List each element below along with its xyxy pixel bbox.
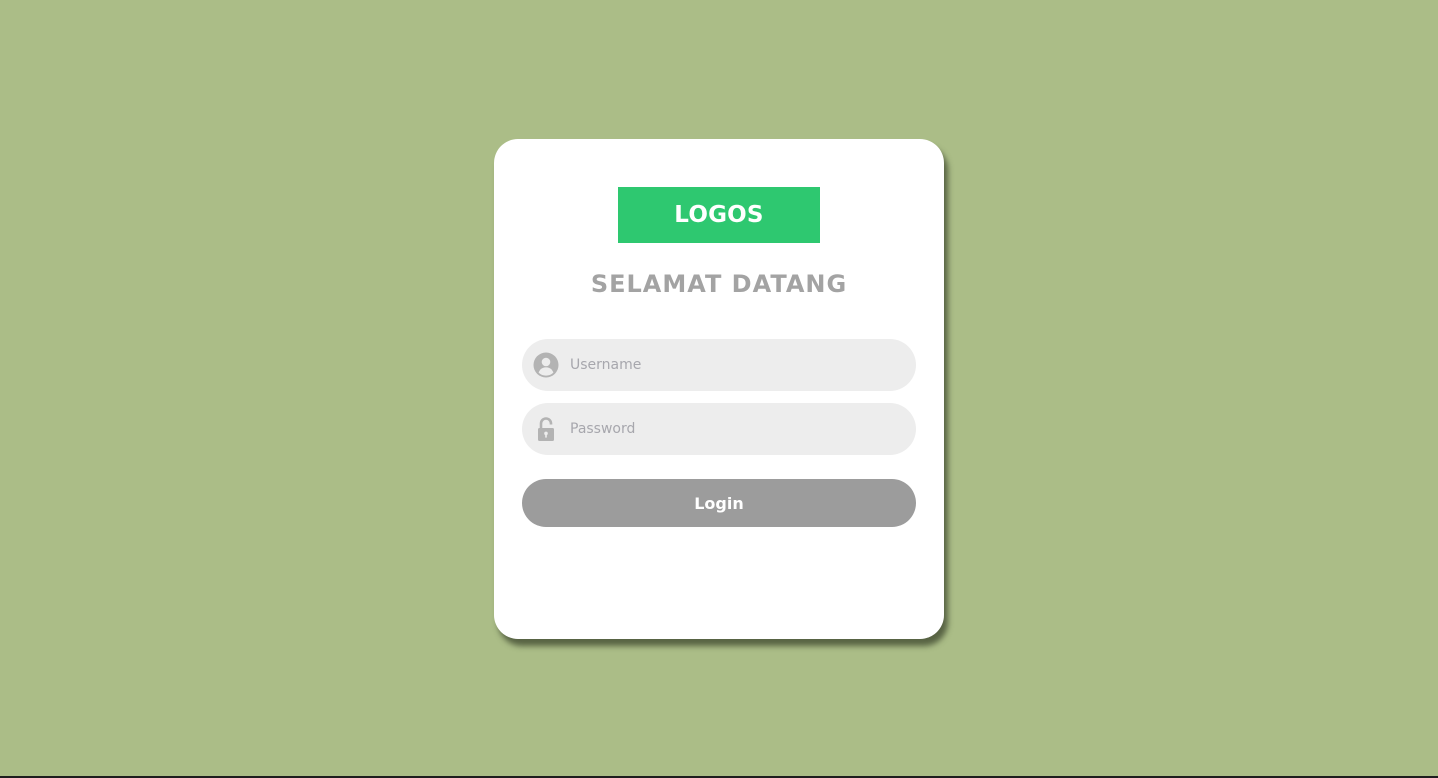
username-field[interactable] bbox=[522, 339, 916, 391]
login-card: LOGOS SELAMAT DATANG Login bbox=[494, 139, 944, 639]
username-input[interactable] bbox=[570, 339, 916, 391]
logo: LOGOS bbox=[618, 187, 820, 243]
password-field[interactable] bbox=[522, 403, 916, 455]
password-input[interactable] bbox=[570, 403, 916, 455]
welcome-title: SELAMAT DATANG bbox=[590, 270, 848, 298]
user-circle-icon bbox=[533, 352, 559, 378]
logo-text: LOGOS bbox=[674, 202, 764, 228]
login-button[interactable]: Login bbox=[522, 479, 916, 527]
lock-icon bbox=[533, 416, 559, 442]
